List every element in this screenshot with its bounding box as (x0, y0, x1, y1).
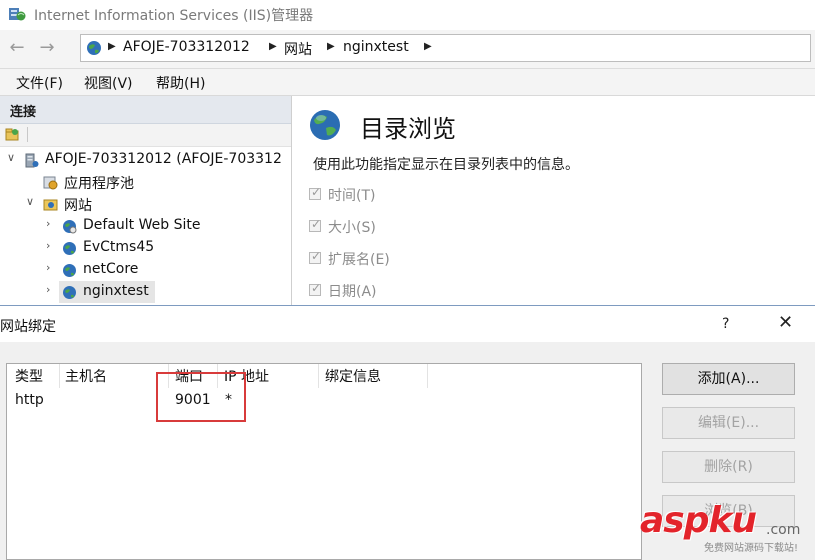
checkbox-time[interactable]: ✓ (309, 185, 322, 200)
checkmark-icon: ✓ (311, 249, 322, 263)
option-label: 大小(S) (328, 220, 376, 236)
iis-app-icon (9, 8, 26, 21)
tree-node-site[interactable]: › EvCtms45 (0, 237, 291, 259)
bindings-list[interactable]: 类型 主机名 端口 IP 地址 绑定信息 http 9001 * (6, 363, 642, 560)
back-arrow-icon[interactable]: ← (4, 36, 30, 62)
tree-label-app-pools: 应用程序池 (64, 176, 134, 192)
feature-description: 使用此功能指定显示在目录列表中的信息。 (313, 157, 579, 173)
checkmark-icon: ✓ (311, 217, 322, 231)
chevron-down-icon[interactable]: ∨ (7, 151, 15, 164)
connect-icon[interactable] (5, 127, 19, 141)
address-bar[interactable]: ▶ AFOJE-703312012 ▶ 网站 ▶ nginxtest ▶ (80, 34, 811, 62)
chevron-right-icon[interactable]: › (46, 239, 50, 252)
window-title: Internet Information Services (IIS)管理器 (34, 8, 314, 24)
chevron-right-icon[interactable]: › (46, 283, 50, 296)
website-globe-icon (63, 242, 76, 255)
checkbox-extension[interactable]: ✓ (309, 249, 322, 264)
website-globe-icon (63, 264, 76, 277)
breadcrumb-server[interactable]: AFOJE-703312012 (123, 39, 250, 55)
menu-file[interactable]: 文件(F) (16, 73, 63, 93)
menu-help[interactable]: 帮助(H) (156, 73, 205, 93)
breadcrumb-separator-icon: ▶ (327, 41, 335, 52)
option-label: 扩展名(E) (328, 252, 390, 268)
tree-label-sites: 网站 (64, 198, 92, 214)
breadcrumb-separator-icon: ▶ (269, 41, 277, 52)
edit-binding-button[interactable]: 编辑(E)... (662, 407, 795, 439)
breadcrumb-sites[interactable]: 网站 (284, 39, 312, 59)
navigation-bar: ← → ▶ AFOJE-703312012 ▶ 网站 ▶ nginxtest ▶ (0, 30, 815, 69)
checkmark-icon: ✓ (311, 281, 322, 295)
checkmark-icon: ✓ (311, 185, 322, 199)
dialog-title: 网站绑定 (0, 319, 56, 335)
tree-label-site: Default Web Site (83, 217, 201, 233)
sites-folder-icon (43, 199, 58, 211)
connections-header: 连接 (0, 96, 291, 124)
tree-label-server: AFOJE-703312012 (AFOJE-703312 (45, 151, 282, 167)
tree-label-site: EvCtms45 (83, 239, 155, 255)
tree-label-site: nginxtest (83, 283, 149, 299)
connections-toolbar (0, 124, 291, 147)
chevron-down-icon[interactable]: ∨ (26, 195, 34, 208)
globe-icon (87, 41, 101, 55)
website-globe-icon (63, 220, 77, 234)
checkbox-size[interactable]: ✓ (309, 217, 322, 232)
breadcrumb-separator-icon: ▶ (424, 41, 432, 52)
tree-node-site-selected[interactable]: › nginxtest (46, 281, 155, 303)
watermark-tagline: 免费网站源码下载站! (704, 543, 799, 554)
tree-node-site[interactable]: › netCore (0, 259, 291, 281)
app-pool-icon (43, 176, 58, 190)
menu-view[interactable]: 视图(V) (84, 73, 133, 93)
table-row[interactable]: http 9001 * (7, 364, 641, 416)
connections-title: 连接 (10, 105, 37, 120)
title-bar: Internet Information Services (IIS)管理器 (0, 0, 815, 30)
checkbox-date[interactable]: ✓ (309, 281, 322, 296)
feature-panel: 目录浏览 使用此功能指定显示在目录列表中的信息。 ✓ 时间(T) ✓ 大小(S)… (292, 96, 815, 311)
option-label: 日期(A) (328, 284, 377, 300)
connections-panel: 连接 ∨ AFOJE-703312012 (AFOJE-703312 应用程序池… (0, 96, 292, 311)
watermark-logo: aspku (640, 500, 757, 541)
tree-label-site: netCore (83, 261, 139, 277)
tree-node-site[interactable]: › Default Web Site (0, 215, 291, 237)
option-label: 时间(T) (328, 188, 376, 204)
tree-node-sites[interactable]: ∨ 网站 (0, 193, 291, 215)
tree-node-app-pools[interactable]: 应用程序池 (0, 171, 291, 193)
watermark-domain: .com (766, 522, 801, 538)
chevron-right-icon[interactable]: › (46, 261, 50, 274)
dialog-title-bar: 网站绑定 ? ✕ (0, 306, 815, 342)
breadcrumb-separator-icon: ▶ (108, 41, 116, 52)
server-icon (25, 153, 39, 168)
remove-binding-button[interactable]: 删除(R) (662, 451, 795, 483)
tree-node-server[interactable]: ∨ AFOJE-703312012 (AFOJE-703312 (0, 149, 291, 171)
menu-bar: 文件(F) 视图(V) 帮助(H) (0, 69, 815, 96)
feature-title: 目录浏览 (360, 115, 456, 143)
breadcrumb-site[interactable]: nginxtest (343, 39, 409, 55)
cell-type: http (15, 392, 44, 408)
close-icon[interactable]: ✕ (778, 312, 793, 333)
chevron-right-icon[interactable]: › (46, 217, 50, 230)
add-binding-button[interactable]: 添加(A)... (662, 363, 795, 395)
port-highlight-box (156, 372, 246, 422)
help-icon[interactable]: ? (722, 316, 729, 332)
forward-arrow-icon[interactable]: → (34, 36, 60, 62)
website-globe-icon (63, 286, 76, 299)
toolbar-divider (27, 127, 28, 142)
directory-browsing-globe-icon (310, 110, 340, 140)
